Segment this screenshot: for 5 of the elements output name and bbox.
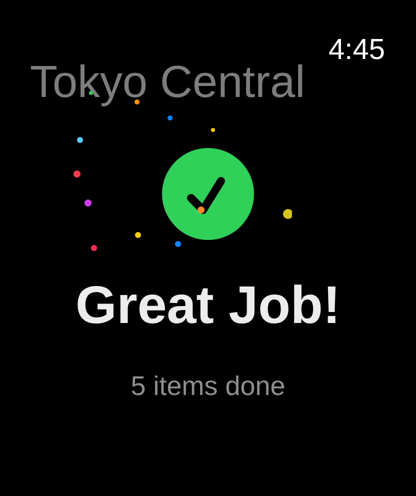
- items-done-text: 5 items done: [130, 370, 286, 402]
- app-title: Tokyo Central: [30, 57, 306, 107]
- success-heading: Great Job!: [75, 276, 341, 336]
- status-time: 4:45: [328, 33, 385, 66]
- checkmark-icon: [162, 148, 254, 240]
